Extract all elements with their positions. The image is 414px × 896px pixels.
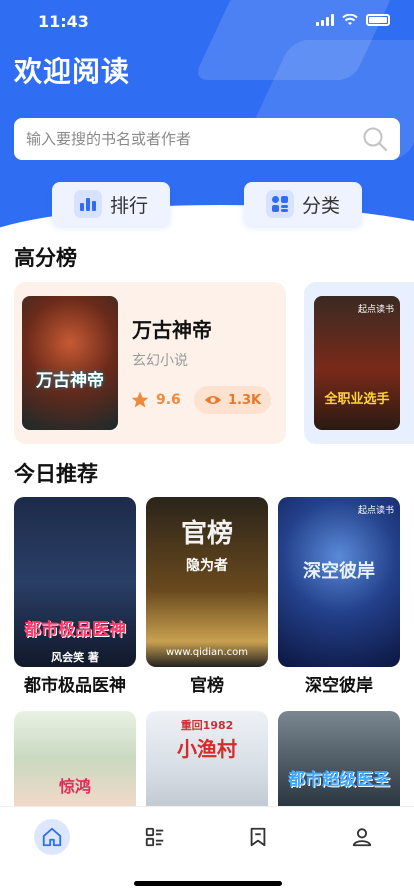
- book-cover: 万古神帝: [22, 296, 118, 430]
- bookmark-icon: [250, 827, 266, 847]
- high-score-card[interactable]: 起点读书 全职业选手: [304, 282, 414, 444]
- star-icon: [131, 391, 149, 408]
- cover-title: 小渔村: [177, 737, 237, 761]
- high-score-title: 高分榜: [14, 246, 77, 270]
- user-icon: [352, 828, 372, 847]
- cover-title: 万古神帝: [36, 371, 104, 391]
- tab-bookmark[interactable]: [240, 819, 276, 855]
- cover-title: 都市超级医圣: [288, 770, 390, 790]
- home-indicator: [134, 881, 282, 886]
- status-time: 11:43: [38, 12, 89, 31]
- cover-title: 都市极品医神: [24, 620, 126, 640]
- book-genre: 玄幻小说: [132, 353, 188, 369]
- book-cover: 起点读书 深空彼岸: [278, 497, 400, 667]
- status-bar: 11:43: [0, 0, 414, 44]
- category-icon: [265, 190, 294, 218]
- rating-value: 9.6: [156, 392, 181, 408]
- cover-title: 官榜: [180, 519, 233, 549]
- book-title: 都市极品医神: [24, 676, 126, 696]
- cover-title: 全职业选手: [324, 392, 390, 407]
- book-title: 深空彼岸: [305, 676, 373, 696]
- book-item[interactable]: 惊鸿: [14, 711, 136, 806]
- cover-title: 惊鸿: [58, 777, 91, 796]
- battery-icon: [366, 14, 390, 26]
- cover-tag: 起点读书: [357, 506, 394, 516]
- wifi-icon: [342, 14, 358, 25]
- tab-list[interactable]: [137, 819, 173, 855]
- book-rating: 9.6: [130, 390, 181, 410]
- book-cover: 官榜 隐为者 www.qidian.com: [146, 497, 268, 667]
- book-item[interactable]: 重回1982 小渔村: [146, 711, 268, 806]
- tab-home[interactable]: [34, 819, 70, 855]
- book-item[interactable]: 官榜 隐为者 www.qidian.com 官榜: [146, 497, 268, 696]
- bar-chart-icon: [73, 190, 102, 218]
- cover-subtitle: 重回1982: [180, 719, 234, 732]
- category-label: 分类: [301, 194, 340, 217]
- book-title: 官榜: [190, 676, 224, 696]
- cover-title: 深空彼岸: [303, 561, 375, 582]
- book-item[interactable]: 都市超级医圣: [278, 711, 400, 806]
- category-button[interactable]: 分类: [244, 182, 362, 226]
- home-icon: [42, 827, 62, 847]
- book-cover: 都市超级医圣: [278, 711, 400, 806]
- book-cover: 起点读书 全职业选手: [314, 296, 400, 430]
- book-cover: 重回1982 小渔村: [146, 711, 268, 806]
- cover-tag: 起点读书: [357, 305, 394, 315]
- book-cover: 惊鸿: [14, 711, 136, 806]
- list-icon: [145, 827, 164, 847]
- view-count: 1.3K: [228, 392, 262, 408]
- recommend-title: 今日推荐: [14, 462, 98, 486]
- search-bar[interactable]: [14, 118, 400, 160]
- book-title: 万古神帝: [132, 318, 212, 342]
- view-count-badge: 1.3K: [194, 386, 272, 414]
- search-input[interactable]: [26, 130, 362, 148]
- high-score-card[interactable]: 万古神帝 万古神帝 玄幻小说 9.6 1.3K: [14, 282, 286, 444]
- book-item[interactable]: 起点读书 深空彼岸 深空彼岸: [278, 497, 400, 696]
- signal-icon: [316, 14, 334, 26]
- page-title: 欢迎阅读: [14, 55, 131, 88]
- cover-subtitle: 隐为者: [186, 558, 228, 574]
- book-cover: 都市极品医神 风会笑 著: [14, 497, 136, 667]
- cover-url: www.qidian.com: [165, 647, 249, 658]
- cover-author: 风会笑 著: [51, 651, 99, 664]
- ranking-button[interactable]: 排行: [52, 182, 170, 226]
- book-item[interactable]: 都市极品医神 风会笑 著 都市极品医神: [14, 497, 136, 696]
- search-icon[interactable]: [362, 126, 388, 152]
- ranking-label: 排行: [109, 194, 148, 217]
- eye-icon: [205, 396, 221, 404]
- tab-profile[interactable]: [344, 819, 380, 855]
